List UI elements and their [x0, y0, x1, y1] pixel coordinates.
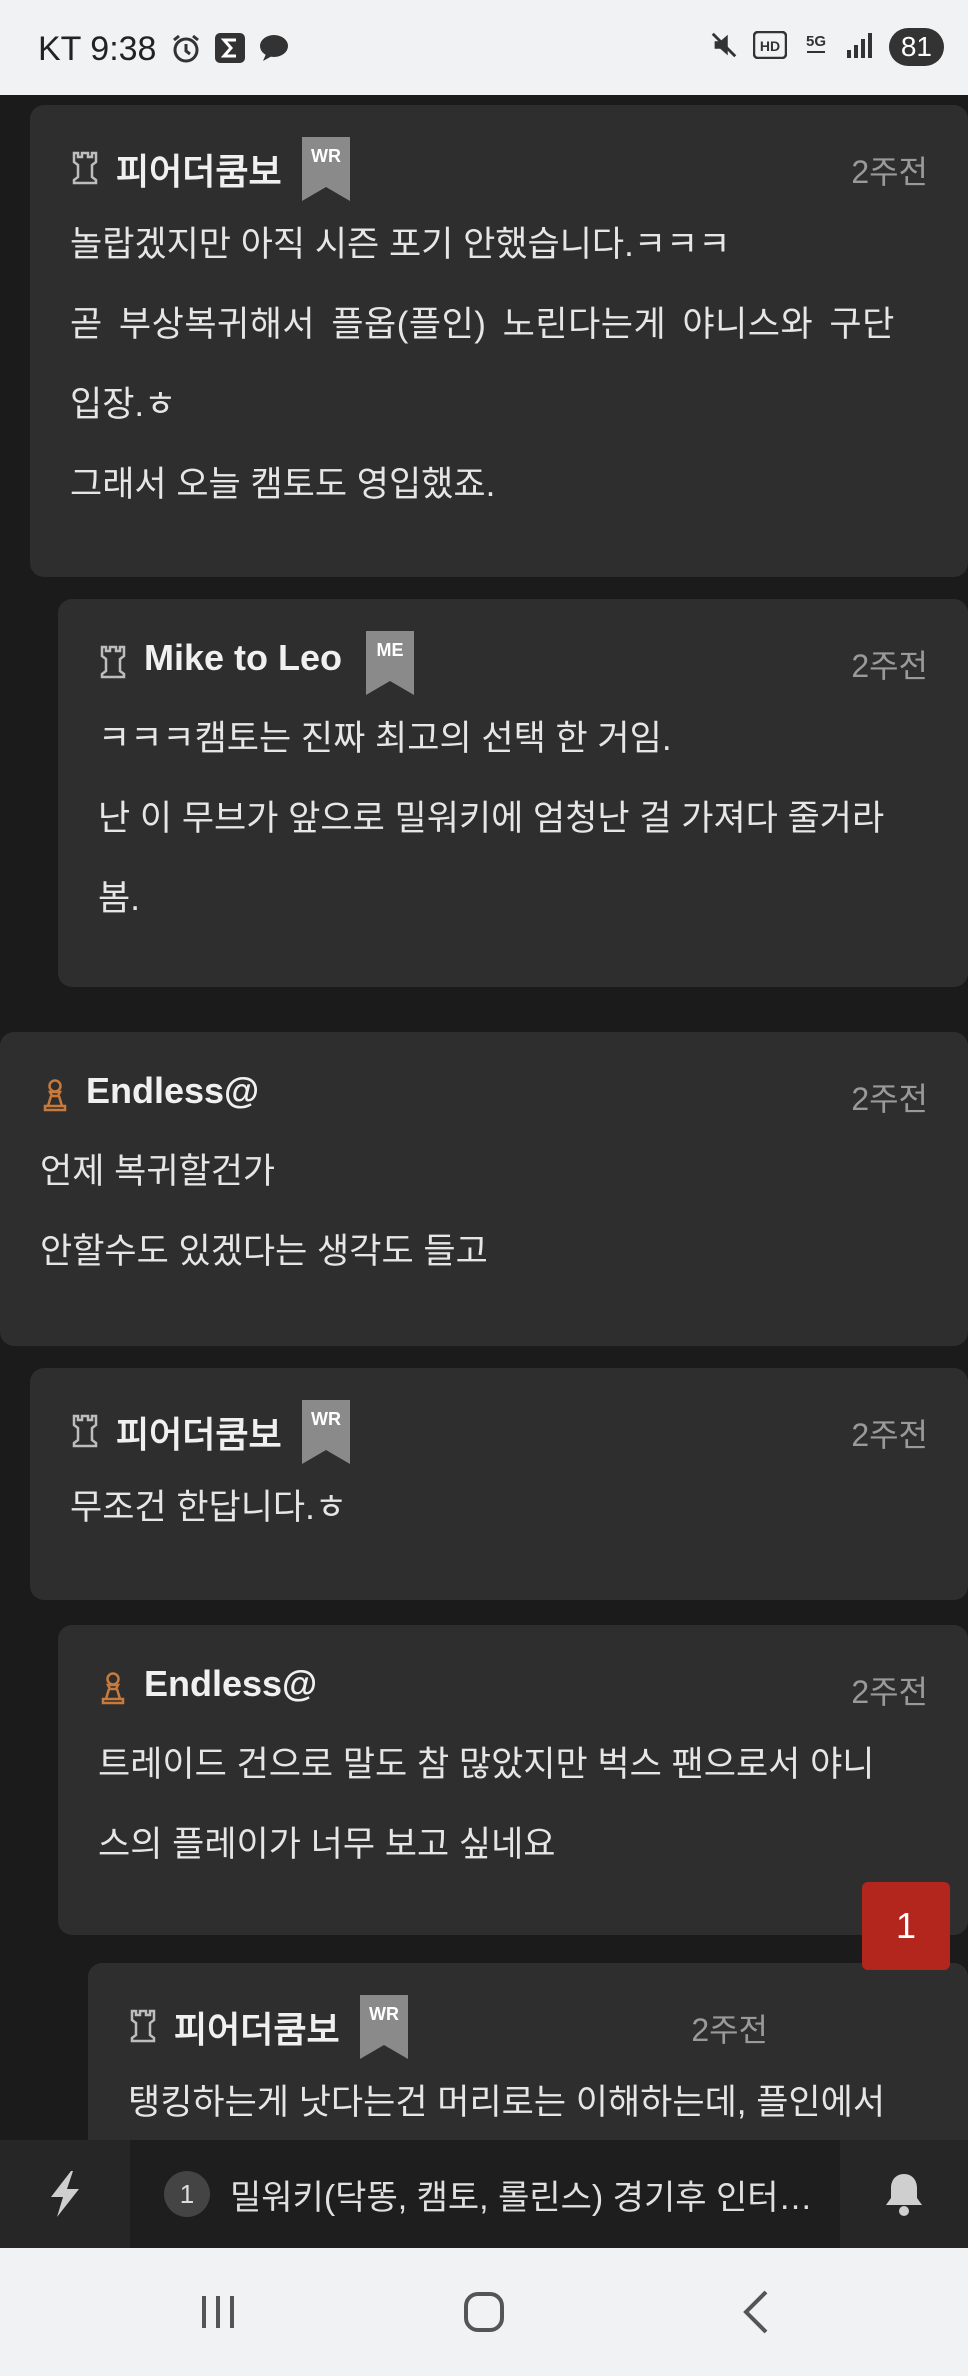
comment-thread: 피어더쿰보 WR 2주전 놀랍겠지만 아직 시즌 포기 안했습니다.ㅋㅋㅋ 곧 …: [0, 95, 968, 2140]
comment-time: 2주전: [691, 2012, 768, 2048]
chess-rook-icon: [128, 2009, 158, 2043]
comment-time: 2주전: [851, 1417, 928, 1453]
back-icon[interactable]: [728, 2282, 788, 2342]
alarm-icon: [170, 32, 202, 64]
svg-text:WR: WR: [311, 146, 341, 166]
signal-icon: [845, 30, 875, 64]
comment-body: ㅋㅋㅋ캠토는 진짜 최고의 선택 한 거임. 난 이 무브가 앞으로 밀워키에 …: [98, 719, 885, 918]
wr-badge: WR: [302, 1400, 350, 1464]
status-time: KT 9:38: [38, 30, 157, 68]
comment-time: 2주전: [851, 648, 928, 684]
chat-bubble-icon: [258, 32, 290, 64]
lightning-icon[interactable]: [0, 2140, 130, 2248]
comment-body: 무조건 한답니다.ㅎ: [70, 1488, 348, 1527]
chess-rook-icon: [70, 151, 100, 185]
comment-card[interactable]: Endless@ 2주전 언제 복귀할건가 안할수도 있겠다는 생각도 들고: [0, 1032, 968, 1346]
comment-card[interactable]: 피어더쿰보 WR 2주전 무조건 한답니다.ㅎ: [30, 1368, 968, 1600]
comment-card[interactable]: Mike to Leo ME 2주전 ㅋㅋㅋ캠토는 진짜 최고의 선택 한 거임…: [58, 599, 968, 987]
comment-author[interactable]: Mike to Leo: [144, 637, 342, 679]
comment-author[interactable]: Endless@: [86, 1070, 259, 1112]
bottom-bar: 1 밀워키(닥똥, 캠토, 롤린스) 경기후 인터뷰...: [0, 2140, 968, 2248]
wr-badge: WR: [360, 1995, 408, 2059]
me-badge: ME: [366, 631, 414, 695]
comment-card[interactable]: 피어더쿰보 WR 2주전 탱킹하는게 낫다는건 머리로는 이해하는데, 플인에서: [88, 1963, 968, 2140]
chess-pawn-icon: [98, 1671, 128, 1705]
trending-post-banner[interactable]: 1 밀워키(닥똥, 캠토, 롤린스) 경기후 인터뷰...: [130, 2140, 840, 2248]
sigma-icon: [214, 32, 246, 64]
comment-body: 트레이드 건으로 말도 참 많았지만 벅스 팬으로서 야니 스의 플레이가 너무…: [98, 1745, 875, 1864]
banner-rank-number: 1: [164, 2171, 210, 2217]
comment-body: 언제 복귀할건가 안할수도 있겠다는 생각도 들고: [40, 1152, 488, 1271]
mute-icon: [709, 30, 739, 64]
svg-text:ME: ME: [377, 640, 404, 660]
svg-text:WR: WR: [369, 2004, 399, 2024]
status-bar: KT 9:38 HD 5G 81: [0, 0, 968, 95]
home-icon[interactable]: [454, 2282, 514, 2342]
5g-icon: 5G: [801, 30, 831, 64]
battery-icon: 81: [888, 28, 944, 66]
svg-text:5G: 5G: [806, 33, 826, 50]
bell-icon[interactable]: [840, 2140, 968, 2248]
comment-body: 탱킹하는게 낫다는건 머리로는 이해하는데, 플인에서: [128, 2083, 886, 2122]
comment-body: 놀랍겠지만 아직 시즌 포기 안했습니다.ㅋㅋㅋ 곧 부상복귀해서 플옵(플인)…: [70, 225, 895, 504]
comment-time: 2주전: [851, 154, 928, 190]
banner-title[interactable]: 밀워키(닥똥, 캠토, 롤린스) 경기후 인터뷰...: [230, 2170, 820, 2219]
chess-pawn-icon: [40, 1078, 70, 1112]
wr-badge: WR: [302, 137, 350, 201]
svg-text:WR: WR: [311, 1409, 341, 1429]
comment-card[interactable]: Endless@ 2주전 트레이드 건으로 말도 참 많았지만 벅스 팬으로서 …: [58, 1625, 968, 1935]
unread-count-badge[interactable]: 1: [862, 1882, 950, 1970]
chess-rook-icon: [98, 645, 128, 679]
comment-card[interactable]: 피어더쿰보 WR 2주전 놀랍겠지만 아직 시즌 포기 안했습니다.ㅋㅋㅋ 곧 …: [30, 105, 968, 577]
comment-author[interactable]: 피어더쿰보: [116, 143, 282, 195]
hd-icon: HD: [752, 30, 788, 63]
comment-author[interactable]: 피어더쿰보: [174, 2001, 340, 2053]
comment-author[interactable]: 피어더쿰보: [116, 1406, 282, 1458]
comment-time: 2주전: [851, 1674, 928, 1710]
comment-author[interactable]: Endless@: [144, 1663, 317, 1705]
chess-rook-icon: [70, 1414, 100, 1448]
svg-text:HD: HD: [760, 38, 780, 54]
system-nav-bar: [0, 2248, 968, 2376]
recent-apps-icon[interactable]: [188, 2282, 248, 2342]
comment-time: 2주전: [851, 1081, 928, 1117]
